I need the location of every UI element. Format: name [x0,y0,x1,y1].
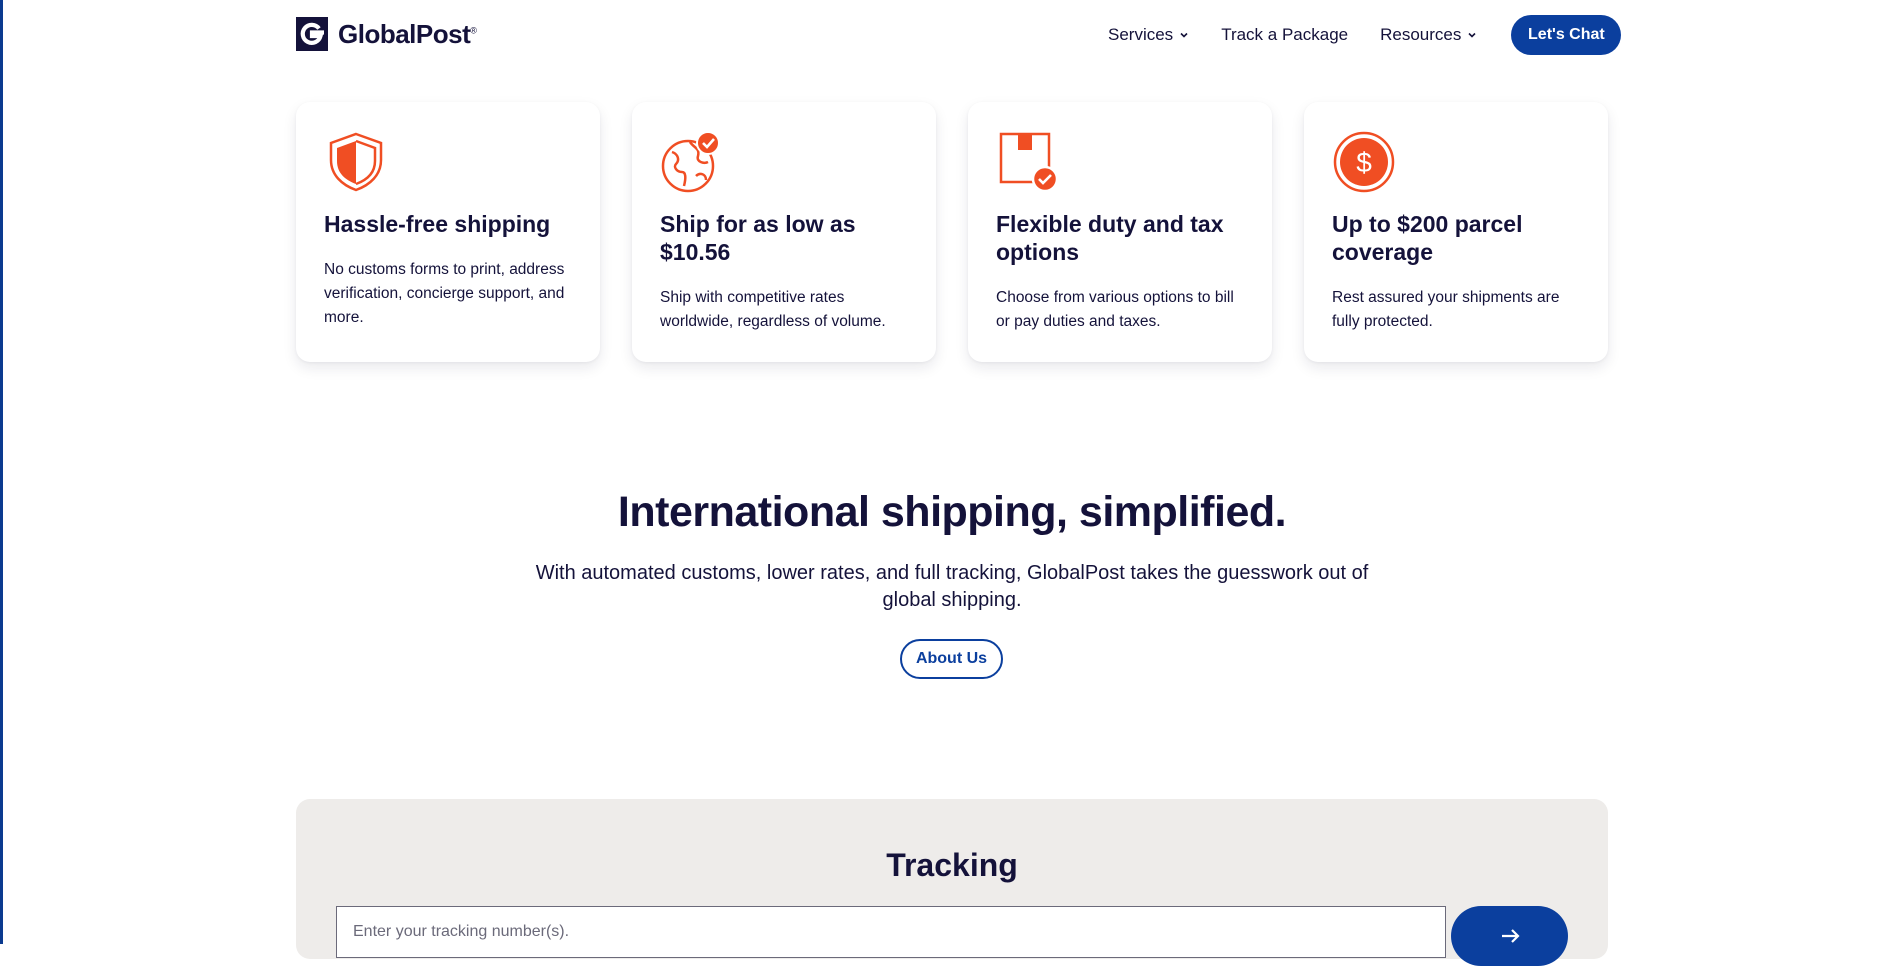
globe-check-icon [661,131,720,193]
feature-card-hassle-free: Hassle-free shipping No customs forms to… [296,102,600,362]
shield-icon [329,132,383,192]
feature-title: Up to $200 parcel coverage [1332,211,1523,265]
feature-cards: Hassle-free shipping No customs forms to… [296,102,1608,362]
feature-card-duty-tax: Flexible duty and tax options Choose fro… [968,102,1272,362]
section-subtext: With automated customs, lower rates, and… [535,562,1369,611]
feature-title: Hassle-free shipping [324,211,551,237]
feature-description: Rest assured your shipments are fully pr… [1332,289,1560,330]
box-check-icon [999,132,1059,193]
nav-track-a-package[interactable]: Track a Package [1221,25,1348,45]
tracking-panel: Tracking [296,799,1608,966]
main-nav: Services Track a Package Resources Let's… [1108,14,1622,56]
about-us-button[interactable]: About Us [900,639,1003,679]
logo-mark-icon [296,17,328,51]
feature-card-low-rates: Ship for as low as $10.56 Ship with comp… [632,102,936,362]
chevron-down-icon [1180,32,1188,38]
feature-description: Ship with competitive rates worldwide, r… [660,289,886,330]
feature-description: No customs forms to print, address verif… [324,261,565,326]
window-edge [0,0,3,944]
trademark-symbol: ® [470,24,477,35]
feature-title: Flexible duty and tax options [996,211,1224,265]
nav-resources-label: Resources [1380,25,1462,44]
feature-title: Ship for as low as $10.56 [660,211,856,265]
lets-chat-button[interactable]: Let's Chat [1511,15,1622,55]
feature-card-parcel-coverage: $ Up to $200 parcel coverage Rest assure… [1304,102,1608,362]
logo-text: GlobalPost® [338,18,477,49]
globalpost-logo[interactable]: GlobalPost® [296,17,477,51]
nav-track-label: Track a Package [1221,25,1349,44]
svg-text:$: $ [1356,147,1372,178]
feature-description: Choose from various options to bill or p… [996,289,1234,330]
section-headline: International shipping, simplified. [617,488,1287,536]
dollar-coin-icon: $ [1333,131,1395,193]
tracking-number-input[interactable] [336,906,1446,958]
nav-services-label: Services [1108,25,1174,44]
chevron-down-icon [1468,32,1476,38]
nav-services[interactable]: Services [1108,25,1189,45]
nav-resources[interactable]: Resources [1380,25,1477,45]
tracking-submit-button[interactable] [1451,906,1568,966]
tracking-title: Tracking [886,847,1018,883]
